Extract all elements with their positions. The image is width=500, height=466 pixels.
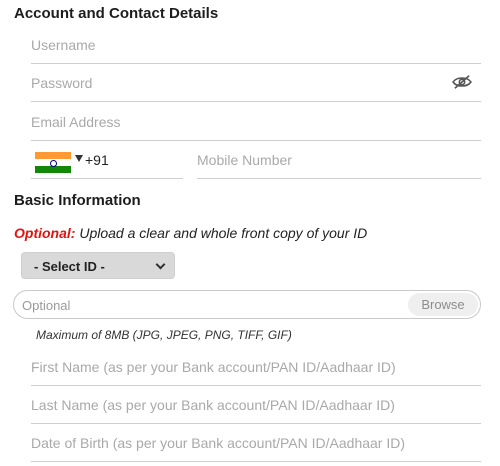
password-input[interactable] [31,64,481,101]
chevron-down-icon [155,259,166,270]
first-name-input[interactable] [31,348,481,385]
first-name-field[interactable] [31,348,481,386]
email-input[interactable] [31,103,481,140]
basic-info-section-title: Basic Information [14,192,141,209]
upload-instruction-text: Upload a clear and whole front copy of y… [79,225,368,241]
mobile-number-field[interactable] [197,141,481,179]
upload-placeholder: Optional [22,298,71,313]
account-section-title: Account and Contact Details [14,5,219,22]
country-code-selector[interactable]: +91 [31,141,183,179]
caret-down-icon [75,155,83,162]
eye-slash-icon[interactable] [451,74,473,90]
date-of-birth-field[interactable] [31,424,481,462]
india-flag-icon [35,152,71,173]
select-id-label: - Select ID - [34,259,105,274]
password-field[interactable] [31,64,481,102]
id-upload-field[interactable]: Optional Browse [13,290,481,319]
username-input[interactable] [31,26,481,63]
username-field[interactable] [31,26,481,64]
optional-label: Optional: [14,225,76,241]
date-of-birth-input[interactable] [31,424,481,461]
select-id-dropdown[interactable]: - Select ID - [21,252,175,279]
upload-instruction: Optional: Upload a clear and whole front… [14,225,367,241]
email-field[interactable] [31,103,481,141]
last-name-field[interactable] [31,386,481,424]
last-name-input[interactable] [31,386,481,423]
mobile-number-input[interactable] [197,141,481,178]
file-size-hint: Maximum of 8MB (JPG, JPEG, PNG, TIFF, GI… [36,328,292,342]
browse-button[interactable]: Browse [408,293,478,316]
country-dial-code: +91 [85,152,109,168]
